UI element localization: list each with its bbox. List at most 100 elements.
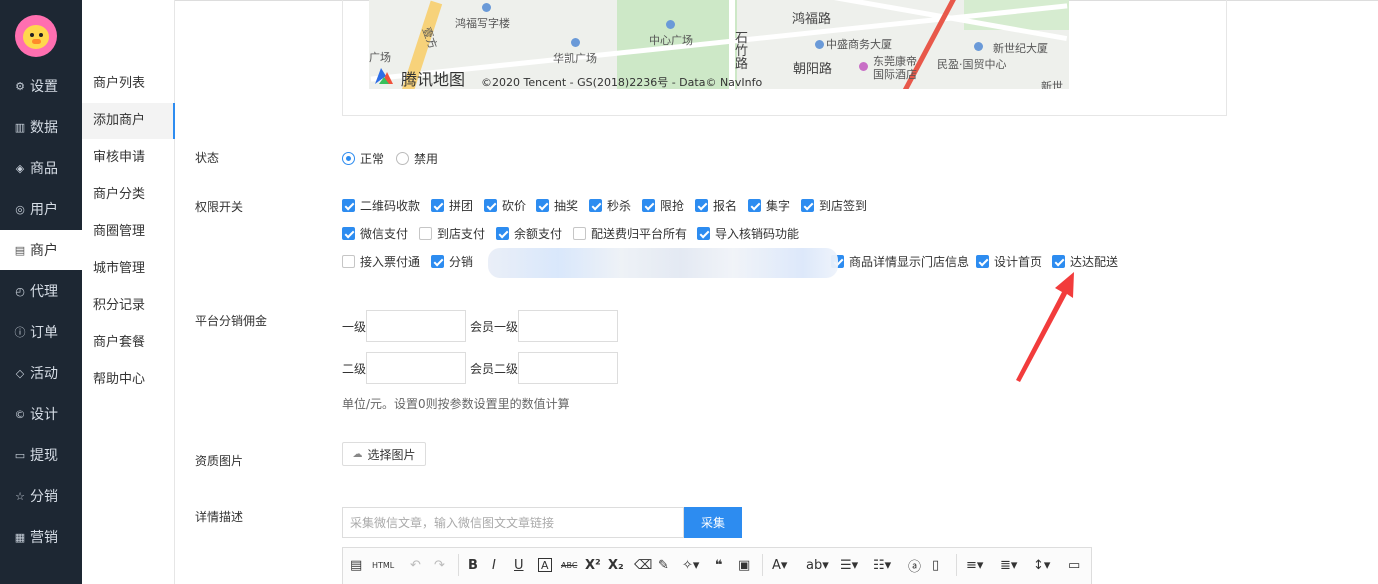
sidebar-item-1[interactable]: ▥ 数据 (0, 107, 82, 147)
permission-checkbox[interactable]: 配送费归平台所有 (573, 225, 687, 242)
sidebar-item-label: 数据 (30, 120, 58, 136)
permission-checkbox[interactable]: 抽奖 (536, 197, 578, 214)
background-color-icon[interactable]: ab▾ (806, 556, 829, 574)
permission-checkbox[interactable]: 限抢 (642, 197, 684, 214)
undo-icon[interactable]: ↶ (410, 556, 421, 574)
permission-checkbox[interactable]: 分销 (431, 253, 473, 270)
sidebar-item-0[interactable]: ⚙ 设置 (0, 66, 82, 106)
redo-icon[interactable]: ↷ (434, 556, 445, 574)
article-url-input[interactable] (342, 507, 684, 538)
permission-checkbox[interactable]: 到店签到 (801, 197, 867, 214)
member-level1-input[interactable] (518, 310, 618, 342)
checkbox-box (695, 199, 708, 212)
permission-checkbox[interactable]: 余额支付 (496, 225, 562, 242)
sidebar-item-2[interactable]: ◈ 商品 (0, 148, 82, 188)
ordered-list-icon[interactable]: ☰▾ (840, 556, 858, 574)
subnav-item-4[interactable]: 商圈管理 (82, 214, 175, 250)
unordered-list-icon[interactable]: ☷▾ (873, 556, 891, 574)
subscript-button[interactable]: X₂ (608, 556, 624, 574)
sidebar-item-6[interactable]: ⓘ 订单 (0, 312, 82, 352)
sidebar-item-8[interactable]: © 设计 (0, 394, 82, 434)
map-pin (571, 38, 580, 47)
member-level2-input[interactable] (518, 352, 618, 384)
subnav-item-3[interactable]: 商户分类 (82, 177, 175, 213)
blockquote-button[interactable]: ❝ (715, 556, 723, 574)
permission-checkbox[interactable]: 到店支付 (419, 225, 485, 242)
fullscreen-icon[interactable]: ▭ (1068, 556, 1080, 574)
editor-html-button[interactable]: HTML (372, 556, 394, 574)
line-height-icon[interactable]: ↕▾ (1033, 556, 1050, 574)
editor-source-icon[interactable]: ▤ (350, 556, 362, 574)
subnav-item-0[interactable]: 商户列表 (82, 66, 175, 102)
map-label: 鸿福路 (792, 12, 832, 27)
magic-wand-icon[interactable]: ✧▾ (682, 556, 699, 574)
map-pin (815, 40, 824, 49)
sidebar-item-10[interactable]: ☆ 分销 (0, 476, 82, 516)
map-label: 鸿福写字楼 (455, 17, 510, 30)
permission-checkbox[interactable]: 报名 (695, 197, 737, 214)
checkbox-box (573, 227, 586, 240)
format-brush-icon[interactable]: ✎ (658, 556, 669, 574)
map-pin (666, 20, 675, 29)
checkbox-box (642, 199, 655, 212)
checkbox-box (1052, 255, 1065, 268)
subnav-item-6[interactable]: 积分记录 (82, 288, 175, 324)
permission-checkbox[interactable]: 设计首页 (976, 253, 1042, 270)
strikethrough-button[interactable]: ABC (561, 556, 577, 574)
permission-checkbox[interactable]: 微信支付 (342, 225, 408, 242)
line-spacing-top-icon[interactable]: ≣▾ (1000, 556, 1017, 574)
paste-icon[interactable]: ▣ (738, 556, 750, 574)
underline-button[interactable]: U (514, 556, 524, 574)
subnav-item-2[interactable]: 审核申请 (82, 140, 175, 176)
map-label: 国际酒店 (873, 68, 917, 81)
permission-checkbox[interactable]: 导入核销码功能 (697, 225, 799, 242)
collect-button[interactable]: 采集 (684, 507, 742, 538)
permission-checkbox[interactable]: 达达配送 (1052, 253, 1118, 270)
superscript-button[interactable]: X² (585, 556, 601, 574)
level1-input[interactable] (366, 310, 466, 342)
permission-checkbox[interactable]: 二维码收款 (342, 197, 420, 214)
permission-checkbox[interactable]: 秒杀 (589, 197, 631, 214)
sidebar-item-label: 活动 (30, 366, 58, 382)
radio-dot (342, 152, 355, 165)
subnav-item-1[interactable]: 添加商户 (82, 103, 175, 139)
permission-checkbox[interactable]: 集字 (748, 197, 790, 214)
permission-checkbox[interactable]: 拼团 (431, 197, 473, 214)
font-border-button[interactable]: A (538, 558, 552, 572)
sidebar-item-3[interactable]: ◎ 用户 (0, 189, 82, 229)
checkbox-box (431, 255, 444, 268)
subnav-item-7[interactable]: 商户套餐 (82, 325, 175, 361)
sidebar-item-label: 设计 (30, 407, 58, 423)
permission-checkbox[interactable]: 砍价 (484, 197, 526, 214)
page-icon[interactable]: ▯ (932, 556, 939, 574)
checkbox-label: 二维码收款 (360, 199, 421, 213)
anchor-icon[interactable]: ⓐ (908, 556, 921, 575)
avatar[interactable] (15, 15, 57, 57)
sidebar-item-4[interactable]: ▤ 商户 (0, 230, 82, 270)
sidebar-item-label: 营销 (30, 530, 58, 546)
checkbox-box (801, 199, 814, 212)
sidebar-item-label: 商品 (30, 161, 58, 177)
paragraph-spacing-icon[interactable]: ≡▾ (966, 556, 983, 574)
italic-button[interactable]: I (492, 556, 496, 574)
status-radio-disabled[interactable]: 禁用 (396, 150, 438, 167)
avatar-eye-right (39, 33, 43, 37)
sidebar-item-5[interactable]: ◴ 代理 (0, 271, 82, 311)
level2-label: 二级 (342, 362, 367, 376)
sidebar-item-7[interactable]: ◇ 活动 (0, 353, 82, 393)
status-radio-normal[interactable]: 正常 (342, 150, 384, 167)
permission-checkbox[interactable]: 商品详情显示门店信息 (831, 253, 969, 270)
bold-button[interactable]: B (468, 556, 478, 574)
checkbox-label: 抽奖 (554, 199, 579, 213)
font-color-icon[interactable]: A▾ (772, 556, 787, 574)
map[interactable]: 鸿福写字楼 鸿福路 中心广场 中盛商务大厦 新世纪大厦 华凯广场 石竹路 朝阳路… (369, 0, 1069, 89)
eraser-icon[interactable]: ⌫ (634, 556, 652, 574)
select-image-button[interactable]: ☁ 选择图片 (342, 442, 426, 466)
permission-checkbox[interactable]: 接入票付通 (342, 253, 420, 270)
avatar-beak (32, 39, 41, 44)
sidebar-item-9[interactable]: ▭ 提现 (0, 435, 82, 475)
sidebar-item-11[interactable]: ▦ 营销 (0, 517, 82, 557)
subnav-item-5[interactable]: 城市管理 (82, 251, 175, 287)
level2-input[interactable] (366, 352, 466, 384)
subnav-item-8[interactable]: 帮助中心 (82, 362, 175, 398)
